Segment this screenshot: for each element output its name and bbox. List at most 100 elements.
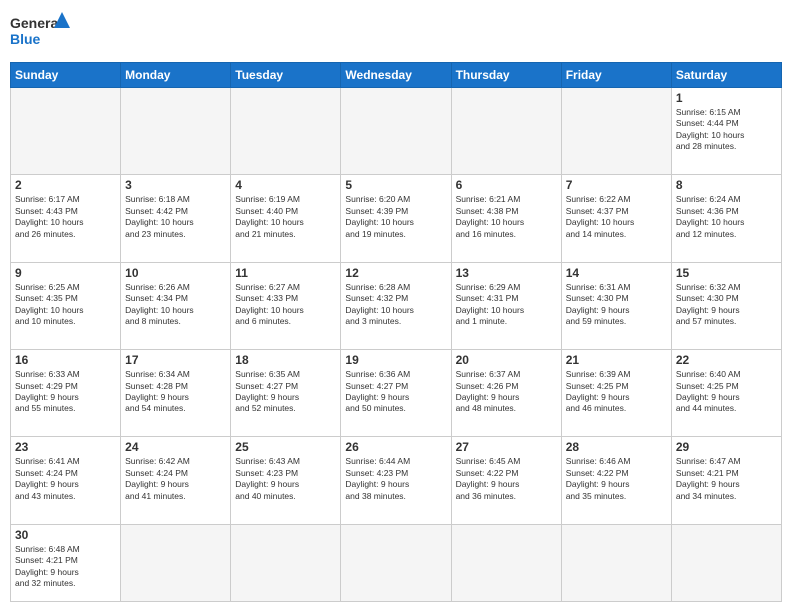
svg-text:General: General: [10, 15, 62, 31]
day-number: 2: [15, 178, 116, 192]
day-number: 17: [125, 353, 226, 367]
day-info: Sunrise: 6:33 AM Sunset: 4:29 PM Dayligh…: [15, 369, 116, 415]
svg-text:Blue: Blue: [10, 31, 41, 47]
day-number: 27: [456, 440, 557, 454]
day-info: Sunrise: 6:43 AM Sunset: 4:23 PM Dayligh…: [235, 456, 336, 502]
day-info: Sunrise: 6:40 AM Sunset: 4:25 PM Dayligh…: [676, 369, 777, 415]
calendar-cell: 25 Sunrise: 6:43 AM Sunset: 4:23 PM Dayli…: [231, 437, 341, 524]
day-number: 5: [345, 178, 446, 192]
calendar-cell: 5 Sunrise: 6:20 AM Sunset: 4:39 PM Daylig…: [341, 175, 451, 262]
week-row-4: 23Sunrise: 6:41 AM Sunset: 4:24 PM Dayli…: [11, 437, 782, 524]
calendar-cell: [231, 524, 341, 601]
calendar-cell: 23Sunrise: 6:41 AM Sunset: 4:24 PM Dayli…: [11, 437, 121, 524]
day-number: 10: [125, 266, 226, 280]
calendar-cell: 16 Sunrise: 6:33 AM Sunset: 4:29 PM Dayli…: [11, 350, 121, 437]
day-number: 29: [676, 440, 777, 454]
day-info: Sunrise: 6:26 AM Sunset: 4:34 PM Dayligh…: [125, 282, 226, 328]
calendar-cell: [561, 88, 671, 175]
day-info: Sunrise: 6:44 AM Sunset: 4:23 PM Dayligh…: [345, 456, 446, 502]
week-row-1: 2 Sunrise: 6:17 AM Sunset: 4:43 PM Daylig…: [11, 175, 782, 262]
calendar-cell: 17Sunrise: 6:34 AM Sunset: 4:28 PM Dayli…: [121, 350, 231, 437]
page: General Blue SundayMondayTuesdayWednesda…: [0, 0, 792, 612]
calendar-cell: 22 Sunrise: 6:40 AM Sunset: 4:25 PM Dayli…: [671, 350, 781, 437]
calendar-cell: [451, 524, 561, 601]
day-number: 19: [345, 353, 446, 367]
logo-svg: General Blue: [10, 10, 70, 54]
day-info: Sunrise: 6:31 AM Sunset: 4:30 PM Dayligh…: [566, 282, 667, 328]
calendar-cell: 2 Sunrise: 6:17 AM Sunset: 4:43 PM Daylig…: [11, 175, 121, 262]
calendar-cell: 13Sunrise: 6:29 AM Sunset: 4:31 PM Dayli…: [451, 262, 561, 349]
day-info: Sunrise: 6:21 AM Sunset: 4:38 PM Dayligh…: [456, 194, 557, 240]
day-info: Sunrise: 6:25 AM Sunset: 4:35 PM Dayligh…: [15, 282, 116, 328]
day-number: 7: [566, 178, 667, 192]
calendar-cell: [671, 524, 781, 601]
calendar-cell: 3Sunrise: 6:18 AM Sunset: 4:42 PM Daylig…: [121, 175, 231, 262]
weekday-header-wednesday: Wednesday: [341, 63, 451, 88]
day-number: 12: [345, 266, 446, 280]
calendar-cell: [561, 524, 671, 601]
calendar-cell: [11, 88, 121, 175]
day-info: Sunrise: 6:15 AM Sunset: 4:44 PM Dayligh…: [676, 107, 777, 153]
weekday-header-saturday: Saturday: [671, 63, 781, 88]
day-number: 18: [235, 353, 336, 367]
weekday-header-monday: Monday: [121, 63, 231, 88]
day-number: 11: [235, 266, 336, 280]
calendar-cell: 21Sunrise: 6:39 AM Sunset: 4:25 PM Dayli…: [561, 350, 671, 437]
day-number: 28: [566, 440, 667, 454]
day-number: 4: [235, 178, 336, 192]
day-info: Sunrise: 6:46 AM Sunset: 4:22 PM Dayligh…: [566, 456, 667, 502]
calendar-cell: 26 Sunrise: 6:44 AM Sunset: 4:23 PM Dayli…: [341, 437, 451, 524]
calendar-cell: [231, 88, 341, 175]
calendar-cell: [341, 524, 451, 601]
day-number: 16: [15, 353, 116, 367]
calendar-cell: 14 Sunrise: 6:31 AM Sunset: 4:30 PM Dayli…: [561, 262, 671, 349]
day-number: 13: [456, 266, 557, 280]
week-row-5: 30Sunrise: 6:48 AM Sunset: 4:21 PM Dayli…: [11, 524, 782, 601]
day-number: 26: [345, 440, 446, 454]
calendar-cell: 28 Sunrise: 6:46 AM Sunset: 4:22 PM Dayli…: [561, 437, 671, 524]
day-info: Sunrise: 6:18 AM Sunset: 4:42 PM Dayligh…: [125, 194, 226, 240]
day-number: 15: [676, 266, 777, 280]
day-number: 23: [15, 440, 116, 454]
calendar-cell: 27 Sunrise: 6:45 AM Sunset: 4:22 PM Dayli…: [451, 437, 561, 524]
calendar-cell: 9 Sunrise: 6:25 AM Sunset: 4:35 PM Daylig…: [11, 262, 121, 349]
day-info: Sunrise: 6:36 AM Sunset: 4:27 PM Dayligh…: [345, 369, 446, 415]
header: General Blue: [10, 10, 782, 54]
calendar-cell: 1 Sunrise: 6:15 AM Sunset: 4:44 PM Daylig…: [671, 88, 781, 175]
weekday-header-friday: Friday: [561, 63, 671, 88]
day-number: 8: [676, 178, 777, 192]
day-info: Sunrise: 6:28 AM Sunset: 4:32 PM Dayligh…: [345, 282, 446, 328]
week-row-3: 16 Sunrise: 6:33 AM Sunset: 4:29 PM Dayli…: [11, 350, 782, 437]
calendar-cell: 20Sunrise: 6:37 AM Sunset: 4:26 PM Dayli…: [451, 350, 561, 437]
calendar-cell: 7 Sunrise: 6:22 AM Sunset: 4:37 PM Daylig…: [561, 175, 671, 262]
calendar-cell: 10 Sunrise: 6:26 AM Sunset: 4:34 PM Dayli…: [121, 262, 231, 349]
day-info: Sunrise: 6:42 AM Sunset: 4:24 PM Dayligh…: [125, 456, 226, 502]
calendar-cell: 12 Sunrise: 6:28 AM Sunset: 4:32 PM Dayli…: [341, 262, 451, 349]
day-info: Sunrise: 6:17 AM Sunset: 4:43 PM Dayligh…: [15, 194, 116, 240]
day-info: Sunrise: 6:45 AM Sunset: 4:22 PM Dayligh…: [456, 456, 557, 502]
calendar-cell: 6 Sunrise: 6:21 AM Sunset: 4:38 PM Daylig…: [451, 175, 561, 262]
day-number: 22: [676, 353, 777, 367]
day-number: 25: [235, 440, 336, 454]
calendar-cell: [341, 88, 451, 175]
day-info: Sunrise: 6:48 AM Sunset: 4:21 PM Dayligh…: [15, 544, 116, 590]
day-info: Sunrise: 6:39 AM Sunset: 4:25 PM Dayligh…: [566, 369, 667, 415]
calendar-cell: 8Sunrise: 6:24 AM Sunset: 4:36 PM Daylig…: [671, 175, 781, 262]
day-info: Sunrise: 6:32 AM Sunset: 4:30 PM Dayligh…: [676, 282, 777, 328]
day-info: Sunrise: 6:35 AM Sunset: 4:27 PM Dayligh…: [235, 369, 336, 415]
calendar-cell: 19 Sunrise: 6:36 AM Sunset: 4:27 PM Dayli…: [341, 350, 451, 437]
calendar-cell: [121, 88, 231, 175]
calendar-cell: 18 Sunrise: 6:35 AM Sunset: 4:27 PM Dayli…: [231, 350, 341, 437]
day-info: Sunrise: 6:20 AM Sunset: 4:39 PM Dayligh…: [345, 194, 446, 240]
calendar-cell: 29Sunrise: 6:47 AM Sunset: 4:21 PM Dayli…: [671, 437, 781, 524]
calendar-cell: 15 Sunrise: 6:32 AM Sunset: 4:30 PM Dayli…: [671, 262, 781, 349]
day-number: 1: [676, 91, 777, 105]
day-number: 6: [456, 178, 557, 192]
day-info: Sunrise: 6:22 AM Sunset: 4:37 PM Dayligh…: [566, 194, 667, 240]
calendar-cell: 11Sunrise: 6:27 AM Sunset: 4:33 PM Dayli…: [231, 262, 341, 349]
calendar-table: SundayMondayTuesdayWednesdayThursdayFrid…: [10, 62, 782, 602]
day-number: 9: [15, 266, 116, 280]
day-number: 14: [566, 266, 667, 280]
calendar-cell: 4Sunrise: 6:19 AM Sunset: 4:40 PM Daylig…: [231, 175, 341, 262]
calendar-cell: 30Sunrise: 6:48 AM Sunset: 4:21 PM Dayli…: [11, 524, 121, 601]
